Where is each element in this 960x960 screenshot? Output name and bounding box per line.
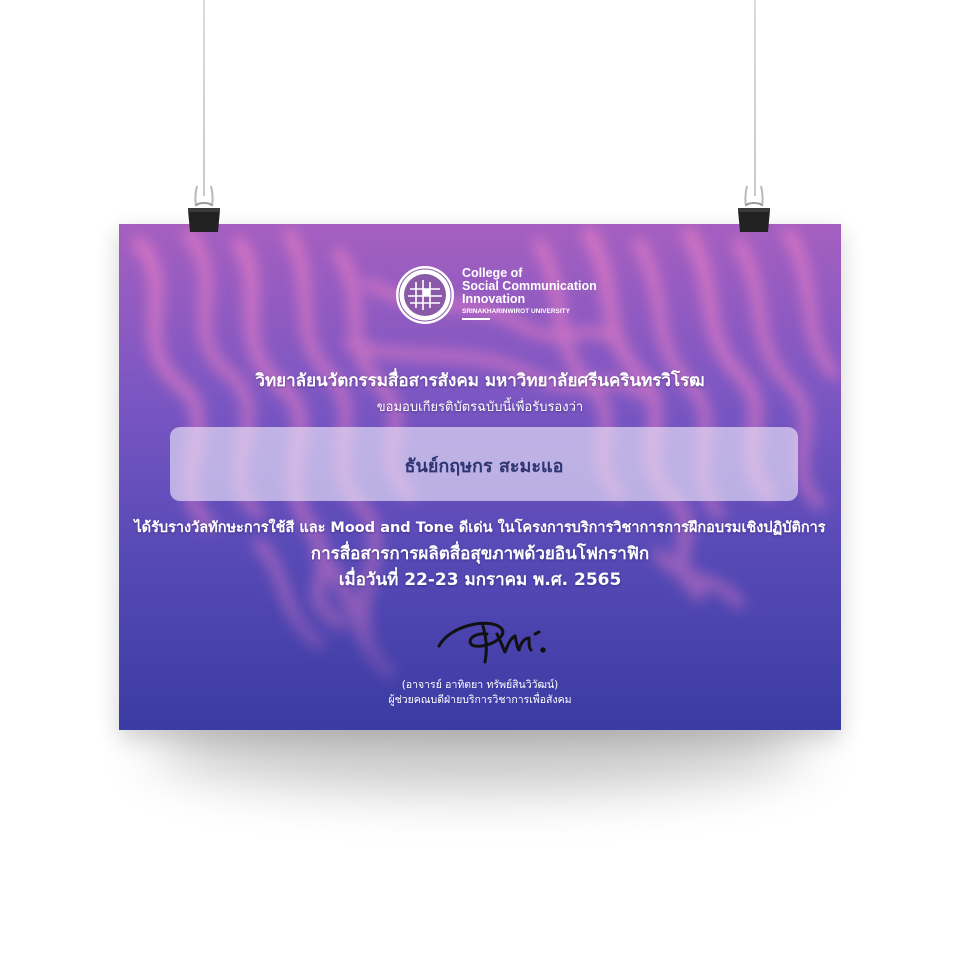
course-title: การสื่อสารการผลิตสื่อสุขภาพด้วยอินโฟกราฟ…: [310, 544, 650, 564]
event-date: เมื่อวันที่ 22-23 มกราคม พ.ศ. 2565: [338, 570, 622, 590]
hanging-string-right: [754, 0, 756, 196]
signer-position: ผู้ช่วยคณบดีฝ่ายบริการวิชาการเพื่อสังคม: [388, 694, 572, 706]
university-name: SRINAKHARINWIROT UNIVERSITY: [462, 308, 570, 315]
hanging-string-left: [203, 0, 205, 196]
college-name-line-3: Innovation: [462, 292, 526, 306]
binder-clip-left-icon: [184, 180, 224, 234]
recipient-name: ธันย์กฤษกร สะมะแอ: [404, 456, 564, 477]
college-seal-icon: [394, 264, 456, 326]
college-logo: College of Social Communication Innovati…: [394, 264, 604, 328]
issuing-organization: วิทยาลัยนวัตกรรมสื่อสารสังคม มหาวิทยาลัย…: [255, 371, 705, 391]
award-description: ได้รับรางวัลทักษะการใช้สี และ Mood and T…: [134, 520, 826, 536]
logo-underline: [462, 318, 490, 320]
signature-image: [431, 612, 555, 664]
certificate-intro: ขอมอบเกียรติบัตรฉบับนี้เพื่อรับรองว่า: [376, 400, 584, 415]
poster-mockup: College of Social Communication Innovati…: [0, 0, 960, 960]
certificate-poster: College of Social Communication Innovati…: [119, 224, 841, 730]
recipient-name-box: ธันย์กฤษกร สะมะแอ: [170, 427, 798, 501]
college-name: College of Social Communication Innovati…: [462, 267, 597, 306]
binder-clip-right-icon: [734, 180, 774, 234]
